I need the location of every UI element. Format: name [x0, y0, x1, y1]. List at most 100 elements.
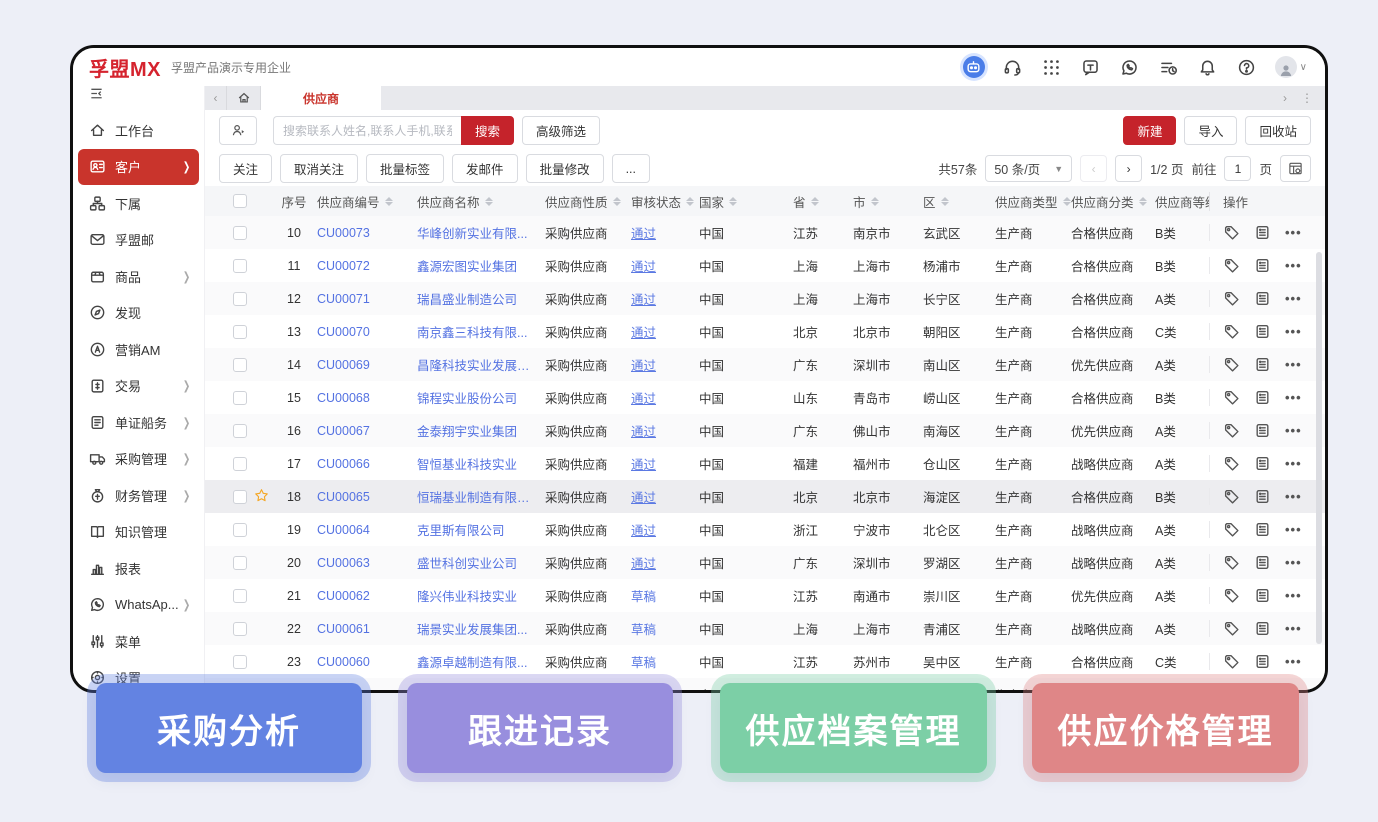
- row-checkbox[interactable]: [233, 358, 247, 372]
- import-button[interactable]: 导入: [1184, 116, 1237, 145]
- audit-status-link[interactable]: 通过: [631, 487, 656, 506]
- user-avatar[interactable]: ∨: [1275, 56, 1307, 78]
- tag-icon[interactable]: [1223, 323, 1240, 340]
- overlay-button-2[interactable]: 跟进记录: [407, 683, 673, 773]
- advanced-filter-button[interactable]: 高级筛选: [522, 116, 600, 145]
- row-checkbox[interactable]: [233, 622, 247, 636]
- supplier-name-link[interactable]: 锦程实业股份公司: [417, 388, 517, 407]
- sort-icon[interactable]: [686, 197, 694, 206]
- detail-form-icon[interactable]: [1254, 224, 1271, 241]
- more-actions-icon[interactable]: •••: [1285, 621, 1302, 636]
- overlay-button-3[interactable]: 供应档案管理: [720, 683, 987, 773]
- tag-icon[interactable]: [1223, 620, 1240, 637]
- row-checkbox[interactable]: [233, 457, 247, 471]
- supplier-code-link[interactable]: CU00060: [317, 655, 370, 669]
- tab-suppliers[interactable]: 供应商: [261, 86, 381, 110]
- search-input[interactable]: [273, 116, 461, 145]
- audit-status-link[interactable]: 通过: [631, 289, 656, 308]
- detail-form-icon[interactable]: [1254, 290, 1271, 307]
- batch-button-5[interactable]: 批量修改: [526, 154, 604, 183]
- more-actions-icon[interactable]: •••: [1285, 588, 1302, 603]
- more-actions-icon[interactable]: •••: [1285, 225, 1302, 240]
- more-actions-icon[interactable]: •••: [1285, 555, 1302, 570]
- tag-icon[interactable]: [1223, 389, 1240, 406]
- notifications-bell-icon[interactable]: [1197, 56, 1219, 78]
- supplier-name-link[interactable]: 隆兴伟业科技实业: [417, 586, 517, 605]
- supplier-code-link[interactable]: CU00066: [317, 457, 370, 471]
- tag-icon[interactable]: [1223, 521, 1240, 538]
- row-checkbox[interactable]: [233, 655, 247, 669]
- detail-form-icon[interactable]: [1254, 620, 1271, 637]
- tag-icon[interactable]: [1223, 257, 1240, 274]
- more-actions-icon[interactable]: •••: [1285, 654, 1302, 669]
- column-header-city[interactable]: 市: [853, 192, 923, 211]
- row-checkbox[interactable]: [233, 589, 247, 603]
- audit-status-link[interactable]: 通过: [631, 388, 656, 407]
- overlay-button-1[interactable]: 采购分析: [96, 683, 362, 773]
- sidebar-item-11[interactable]: 财务管理❯: [78, 477, 199, 514]
- supplier-name-link[interactable]: 克里斯有限公司: [417, 520, 505, 539]
- tag-icon[interactable]: [1223, 587, 1240, 604]
- prev-page-button[interactable]: ‹: [1080, 155, 1107, 182]
- supplier-name-link[interactable]: 南京鑫三科技有限...: [417, 322, 527, 341]
- sort-icon[interactable]: [1063, 197, 1071, 206]
- table-row[interactable]: 18CU00065恒瑞基业制造有限…采购供应商通过中国北京北京市海淀区生产商合格…: [205, 480, 1325, 513]
- more-actions-icon[interactable]: •••: [1285, 258, 1302, 273]
- batch-button-3[interactable]: 批量标签: [366, 154, 444, 183]
- table-row[interactable]: 12CU00071瑞昌盛业制造公司采购供应商通过中国上海上海市长宁区生产商合格供…: [205, 282, 1325, 315]
- ai-assistant-icon[interactable]: [963, 56, 985, 78]
- audit-status-link[interactable]: 草稿: [631, 586, 656, 605]
- sidebar-item-15[interactable]: 菜单: [78, 623, 199, 660]
- sort-icon[interactable]: [1139, 197, 1147, 206]
- column-header-code[interactable]: 供应商编号: [317, 192, 417, 211]
- supplier-code-link[interactable]: CU00065: [317, 490, 370, 504]
- sort-icon[interactable]: [613, 197, 621, 206]
- column-header-category[interactable]: 供应商分类: [1071, 192, 1155, 211]
- tag-icon[interactable]: [1223, 653, 1240, 670]
- supplier-name-link[interactable]: 盛世科创实业公司: [417, 553, 517, 572]
- tag-icon[interactable]: [1223, 290, 1240, 307]
- sort-icon[interactable]: [485, 197, 493, 206]
- supplier-code-link[interactable]: CU00061: [317, 622, 370, 636]
- supplier-code-link[interactable]: CU00073: [317, 226, 370, 240]
- detail-form-icon[interactable]: [1254, 488, 1271, 505]
- supplier-name-link[interactable]: 金泰翔宇实业集团: [417, 421, 517, 440]
- supplier-code-link[interactable]: CU00064: [317, 523, 370, 537]
- table-row[interactable]: 15CU00068锦程实业股份公司采购供应商通过中国山东青岛市崂山区生产商合格供…: [205, 381, 1325, 414]
- table-row[interactable]: 17CU00066智恒基业科技实业采购供应商通过中国福建福州市仓山区生产商战略供…: [205, 447, 1325, 480]
- tab-home-icon[interactable]: [227, 86, 261, 110]
- table-row[interactable]: 23CU00060鑫源卓越制造有限...采购供应商草稿中国江苏苏州市吴中区生产商…: [205, 645, 1325, 678]
- sidebar-item-8[interactable]: 交易❯: [78, 368, 199, 405]
- goto-page-input[interactable]: [1224, 156, 1251, 181]
- table-row[interactable]: 11CU00072鑫源宏图实业集团采购供应商通过中国上海上海市杨浦市生产商合格供…: [205, 249, 1325, 282]
- detail-form-icon[interactable]: [1254, 587, 1271, 604]
- page-size-select[interactable]: 50 条/页▼: [985, 155, 1072, 182]
- detail-form-icon[interactable]: [1254, 422, 1271, 439]
- overlay-button-4[interactable]: 供应价格管理: [1032, 683, 1299, 773]
- audit-status-link[interactable]: 通过: [631, 223, 656, 242]
- tag-icon[interactable]: [1223, 224, 1240, 241]
- audit-status-link[interactable]: 通过: [631, 322, 656, 341]
- sidebar-item-6[interactable]: 发现: [78, 295, 199, 332]
- more-actions-icon[interactable]: •••: [1285, 522, 1302, 537]
- audit-status-link[interactable]: 通过: [631, 256, 656, 275]
- audit-status-link[interactable]: 草稿: [631, 619, 656, 638]
- tab-forward-icon[interactable]: ›: [1283, 91, 1287, 105]
- select-all-checkbox[interactable]: [233, 194, 247, 208]
- sort-icon[interactable]: [385, 197, 393, 206]
- supplier-code-link[interactable]: CU00067: [317, 424, 370, 438]
- next-page-button[interactable]: ›: [1115, 155, 1142, 182]
- tag-icon[interactable]: [1223, 488, 1240, 505]
- detail-form-icon[interactable]: [1254, 389, 1271, 406]
- tag-icon[interactable]: [1223, 455, 1240, 472]
- batch-button-2[interactable]: 取消关注: [280, 154, 358, 183]
- sidebar-item-3[interactable]: 下属: [78, 185, 199, 222]
- supplier-name-link[interactable]: 华峰创新实业有限...: [417, 223, 527, 242]
- supplier-code-link[interactable]: CU00068: [317, 391, 370, 405]
- sidebar-item-2[interactable]: 客户❯: [78, 149, 199, 186]
- supplier-code-link[interactable]: CU00063: [317, 556, 370, 570]
- row-checkbox[interactable]: [233, 523, 247, 537]
- tag-icon[interactable]: [1223, 356, 1240, 373]
- audit-status-link[interactable]: 通过: [631, 355, 656, 374]
- detail-form-icon[interactable]: [1254, 521, 1271, 538]
